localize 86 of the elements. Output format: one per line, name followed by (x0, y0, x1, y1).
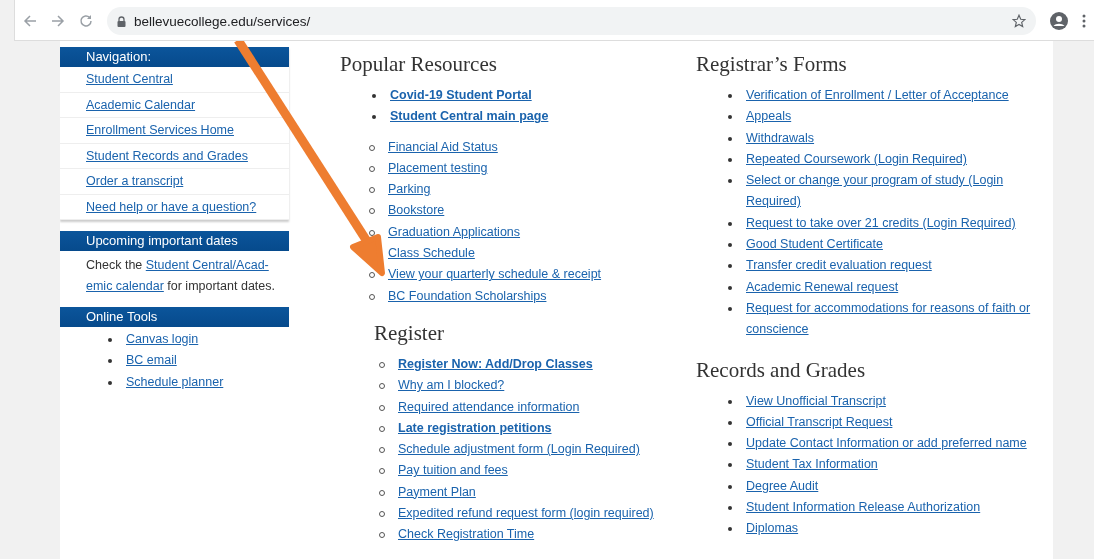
link[interactable]: Student Information Release Authorization (746, 497, 981, 519)
nav-link[interactable]: Enrollment Services Home (60, 118, 289, 144)
link[interactable]: Verification of Enrollment / Letter of Acceptance (746, 85, 1009, 107)
url-text: bellevuecollege.edu/services/ (134, 13, 312, 29)
link[interactable]: Withdrawals (746, 127, 815, 149)
link[interactable]: Degree Audit (746, 475, 819, 498)
link[interactable]: Late registration petitions (398, 417, 552, 440)
link[interactable]: Diplomas (746, 518, 799, 540)
bullet-icon (728, 463, 732, 468)
link[interactable]: Financial Aid Status (388, 136, 498, 158)
link[interactable]: Official Transcript Request (746, 411, 893, 434)
nav-link[interactable]: Student Central (60, 67, 289, 93)
account-icon[interactable] (1050, 12, 1068, 30)
link[interactable]: Bookstore (388, 200, 445, 222)
link[interactable]: Expedited refund request form (login required) (398, 503, 654, 525)
link[interactable]: Placement testing (388, 157, 488, 180)
link[interactable]: BC Foundation Scholarships (388, 285, 547, 307)
dates-note: Check the Student Central/Acad- emic calendar for important dates. (85, 257, 276, 295)
bullet-icon (108, 380, 112, 385)
section-heading: Records and Grades (696, 357, 867, 383)
link[interactable]: Register Now: Add/Drop Classes (398, 353, 593, 376)
bullet-icon (728, 420, 732, 425)
link[interactable]: Covid-19 Student Portal (390, 85, 532, 107)
bullet-icon (372, 115, 376, 120)
lock-icon (117, 15, 126, 27)
link[interactable]: Pay tuition and fees (398, 460, 508, 482)
link[interactable]: Request for accommodations for reasons of faith or conscience (746, 297, 1041, 341)
link[interactable]: Graduation Applications (388, 221, 521, 244)
nav-link[interactable]: Order a transcript (60, 169, 289, 195)
link[interactable]: Class Schedule (388, 243, 475, 265)
link[interactable]: Update Contact Information or add preferred name (746, 433, 1027, 455)
link[interactable]: Required attendance information (398, 396, 580, 418)
nav-link[interactable]: Academic Calendar (60, 92, 289, 118)
bullet-icon (728, 527, 732, 532)
link[interactable]: Student Tax Information (746, 454, 878, 476)
bullet-icon (728, 285, 732, 290)
star-icon[interactable] (1012, 14, 1026, 28)
bullet-icon (728, 484, 732, 489)
link[interactable]: Payment Plan (398, 481, 476, 504)
link[interactable]: Repeated Coursework (Login Required) (746, 148, 967, 171)
address-bar[interactable]: bellevuecollege.edu/services/ (107, 7, 1036, 35)
calendar-link[interactable]: emic calendar (86, 279, 164, 293)
link[interactable]: Request to take over 21 credits (Login Required) (746, 212, 1016, 235)
bullet-icon (728, 264, 732, 269)
bullet-icon (728, 506, 732, 511)
link[interactable]: Canvas login (126, 329, 199, 351)
back-icon[interactable] (23, 14, 37, 28)
section-heading: Registrar’s Forms (696, 52, 848, 77)
bullet-icon (728, 94, 732, 98)
calendar-link[interactable]: Student Central/Acad- (145, 258, 269, 272)
section-heading: Register (374, 320, 445, 346)
bullet-icon (728, 179, 732, 184)
menu-icon[interactable] (1082, 14, 1086, 28)
link[interactable]: Why am I blocked? (398, 375, 505, 397)
bullet-icon (728, 399, 732, 404)
bullet-icon (728, 136, 732, 141)
link[interactable]: BC email (126, 350, 177, 372)
link[interactable]: Parking (388, 179, 431, 201)
link[interactable]: Schedule planner (126, 371, 224, 393)
link[interactable]: View your quarterly schedule & receipt (388, 264, 602, 286)
bullet-icon (728, 115, 732, 120)
bullet-icon (108, 338, 112, 342)
navigation-header: Navigation: (60, 47, 289, 67)
link[interactable]: Schedule adjustment form (Login Required) (398, 439, 640, 461)
bullet-icon (728, 243, 732, 248)
bullet-icon (108, 359, 112, 364)
link[interactable]: Good Student Certificate (746, 234, 883, 256)
link[interactable]: Check Registration Time (398, 524, 535, 546)
section-heading: Popular Resources (340, 52, 498, 77)
bullet-icon (728, 221, 732, 226)
link[interactable]: Select or change your program of study (Login Required) (746, 170, 1041, 213)
nav-link[interactable]: Need help or have a question? (60, 194, 289, 220)
dates-header: Upcoming important dates (60, 231, 289, 251)
link[interactable]: Appeals (746, 106, 792, 128)
tools-header: Online Tools (60, 307, 289, 327)
link[interactable]: Student Central main page (390, 106, 549, 128)
bullet-icon (372, 94, 376, 98)
link[interactable]: Academic Renewal request (746, 276, 899, 298)
bullet-icon (728, 306, 732, 311)
link[interactable]: View Unofficial Transcript (746, 390, 886, 412)
bullet-icon (728, 442, 732, 447)
nav-link[interactable]: Student Records and Grades (60, 143, 289, 169)
link[interactable]: Transfer credit evaluation request (746, 255, 932, 277)
forward-icon[interactable] (51, 14, 65, 28)
bullet-icon (728, 157, 732, 162)
reload-icon[interactable] (79, 14, 93, 28)
